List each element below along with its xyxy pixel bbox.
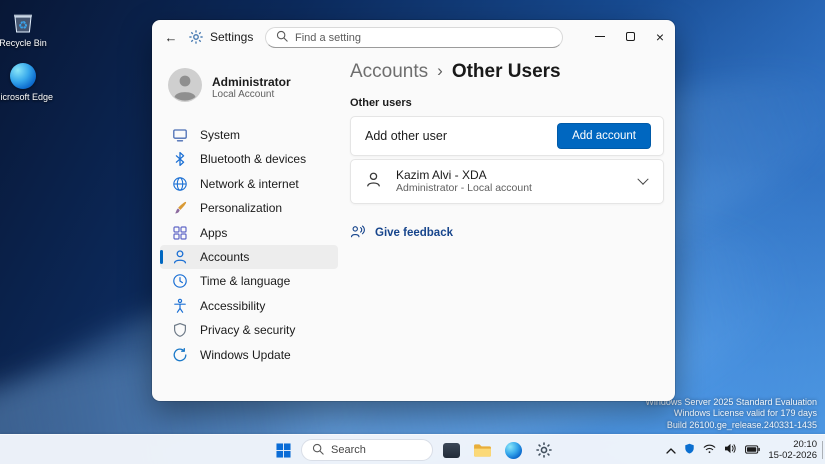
accessibility-icon [172,298,188,314]
sidebar-item-network-internet[interactable]: Network & internet [160,172,338,196]
close-icon: × [655,28,665,45]
sidebar-item-label: Network & internet [200,176,299,191]
sidebar-item-label: Personalization [200,201,283,216]
settings-sidebar: Administrator Local Account System Bluet… [152,54,350,401]
sidebar-item-privacy-security[interactable]: Privacy & security [160,318,338,342]
chevron-down-icon[interactable] [637,173,649,185]
build-watermark: Windows Server 2025 Standard Evaluation … [645,397,817,432]
edge-button[interactable] [500,437,526,463]
system-icon [172,127,188,143]
settings-search-input[interactable] [295,31,552,44]
file-explorer-button[interactable] [469,437,495,463]
clock-date: 15-02-2026 [768,450,817,461]
sidebar-item-accessibility[interactable]: Accessibility [160,294,338,318]
taskbar: Search 20:10 15-02-2026 [0,434,825,464]
minimize-button[interactable] [585,20,615,53]
hidden-icons-chevron[interactable] [666,441,677,459]
globe-icon [172,176,188,192]
other-user-name: Kazim Alvi - XDA [396,168,487,182]
profile-account-type: Local Account [212,88,275,100]
sidebar-item-windows-update[interactable]: Windows Update [160,343,338,367]
sidebar-item-apps[interactable]: Apps [160,221,338,245]
sidebar-item-label: Accounts [200,249,250,264]
bluetooth-icon [172,151,188,167]
sidebar-item-label: System [200,128,241,142]
volume-icon[interactable] [724,441,737,459]
person-icon [172,249,188,265]
titlebar[interactable]: ← Settings Find a setting × [152,20,675,54]
sidebar-item-label: Privacy & security [200,323,296,338]
taskbar-clock[interactable]: 20:10 15-02-2026 [768,439,817,461]
other-user-row[interactable]: Kazim Alvi - XDA Administrator - Local a… [350,159,664,204]
folder-icon [473,443,491,457]
add-user-card: Add other user Add account [350,116,664,156]
chevron-right-icon: › [437,61,443,80]
user-outline-icon [365,171,382,193]
battery-icon[interactable] [745,441,761,459]
close-button[interactable]: × [645,20,675,53]
clock-icon [172,273,188,289]
apps-grid-icon [172,225,188,241]
watermark-line: Windows License valid for 179 days [673,408,817,418]
watermark-line: Build 26100.ge_release.240331-1435 [666,419,817,430]
breadcrumb-accounts[interactable]: Accounts [350,61,428,83]
sidebar-item-time-language[interactable]: Time & language [160,269,338,293]
recycle-bin-icon: ♻ [0,8,55,36]
profile-name: Administrator [212,74,291,89]
feedback-label: Give feedback [375,227,453,239]
edge-icon [0,62,55,90]
shield-icon [172,322,188,338]
sidebar-item-system[interactable]: System [160,123,338,147]
account-profile[interactable]: Administrator Local Account [160,60,338,123]
settings-window: ← Settings Find a setting × Administrato… [152,20,675,401]
section-title-other-users: Other users [350,97,412,109]
svg-text:♻: ♻ [18,20,28,32]
settings-gear-icon [189,30,203,44]
other-user-description: Administrator - Local account [396,182,532,194]
paintbrush-icon [172,200,188,216]
security-shield-icon[interactable] [684,441,695,459]
pinned-app-button[interactable] [438,437,464,463]
page-title: Other Users [451,61,561,82]
start-button[interactable] [270,437,296,463]
edge-icon [504,441,522,459]
give-feedback-link[interactable]: Give feedback [350,224,664,242]
back-button[interactable]: ← [158,24,184,50]
desktop-icon-label: Microsoft Edge [0,92,54,102]
search-icon [312,443,324,458]
avatar [168,68,202,107]
minimize-icon [595,36,605,37]
clock-time: 20:10 [793,439,817,450]
windows-logo-icon [275,442,291,458]
sidebar-item-bluetooth-devices[interactable]: Bluetooth & devices [160,147,338,171]
sidebar-item-label: Apps [200,225,228,240]
feedback-icon [350,224,365,242]
sidebar-item-label: Accessibility [200,298,266,313]
sidebar-item-accounts[interactable]: Accounts [160,244,338,269]
settings-main-panel: Accounts › Other Users Other users Add o… [350,54,675,401]
search-icon [276,29,288,47]
wifi-icon[interactable] [703,441,716,459]
recycle-bin-shortcut[interactable]: ♻ Recycle Bin [0,8,55,49]
add-account-button[interactable]: Add account [557,123,651,149]
taskbar-search-label: Search [331,444,366,456]
edge-shortcut[interactable]: Microsoft Edge [0,62,55,103]
desktop: ♻ Recycle Bin Microsoft Edge Windows Ser… [0,0,825,464]
maximize-button[interactable] [615,20,645,53]
update-arrows-icon [172,347,188,363]
settings-search-box[interactable] [265,27,563,48]
breadcrumb: Accounts › Other Users [350,61,664,83]
window-title: Settings [210,30,254,44]
gear-icon [536,442,552,458]
sidebar-item-label: Bluetooth & devices [200,152,307,167]
settings-taskbar-button[interactable] [531,437,557,463]
taskbar-search-box[interactable]: Search [301,439,433,461]
sidebar-item-label: Windows Update [200,347,291,362]
add-other-user-label: Add other user [365,129,447,143]
sidebar-item-personalization[interactable]: Personalization [160,196,338,220]
sidebar-item-label: Time & language [200,274,291,289]
maximize-icon [625,32,635,41]
desktop-icon-label: Recycle Bin [0,38,47,48]
pinned-app-icon [442,442,460,458]
